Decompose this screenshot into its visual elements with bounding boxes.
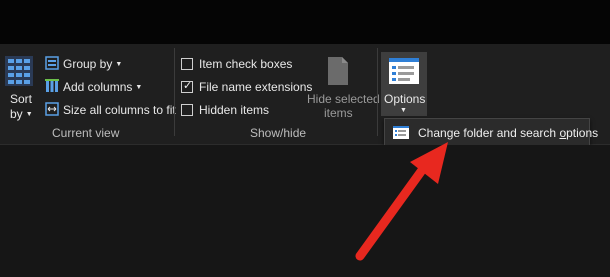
group-by-icon [45,56,59,70]
chevron-down-icon: ▼ [400,107,407,114]
item-check-boxes-checkbox[interactable] [181,58,193,70]
current-view-group-label: Current view [52,126,120,140]
show-hide-group-label: Show/hide [250,126,307,140]
file-name-extensions-checkbox[interactable]: ✓ [181,80,193,93]
size-columns-label: Size all columns to fit [63,103,176,117]
checkmark-icon: ✓ [183,80,193,92]
annotation-arrow-icon [355,142,448,261]
group-divider [377,48,378,136]
hidden-items-checkbox[interactable] [181,104,193,116]
options-button[interactable]: Options ▼ [381,52,427,116]
hide-selected-label-line1: Hide selected [307,92,380,106]
sort-by-icon [5,56,33,86]
chevron-down-icon: ▼ [25,111,33,118]
group-by-label: Group by ▼ [63,57,123,71]
options-label: Options [384,92,426,106]
item-check-boxes-label: Item check boxes [199,57,293,71]
title-strip [0,0,610,44]
add-columns-icon [45,79,59,92]
file-list-area[interactable] [0,145,610,277]
sort-label-line1: Sort [10,92,33,106]
hide-selected-label-line2: items [324,106,353,120]
size-columns-icon [45,102,59,116]
chevron-down-icon: ▼ [115,61,123,68]
group-divider [174,48,175,136]
options-icon [389,58,419,84]
chevron-down-icon: ▼ [135,84,143,91]
sort-label-line2: by ▼ [10,107,33,121]
hidden-items-label: Hidden items [199,103,270,117]
hide-selected-icon [328,57,348,85]
file-name-extensions-label: File name extensions [199,80,313,94]
add-columns-label: Add columns ▼ [63,80,143,94]
